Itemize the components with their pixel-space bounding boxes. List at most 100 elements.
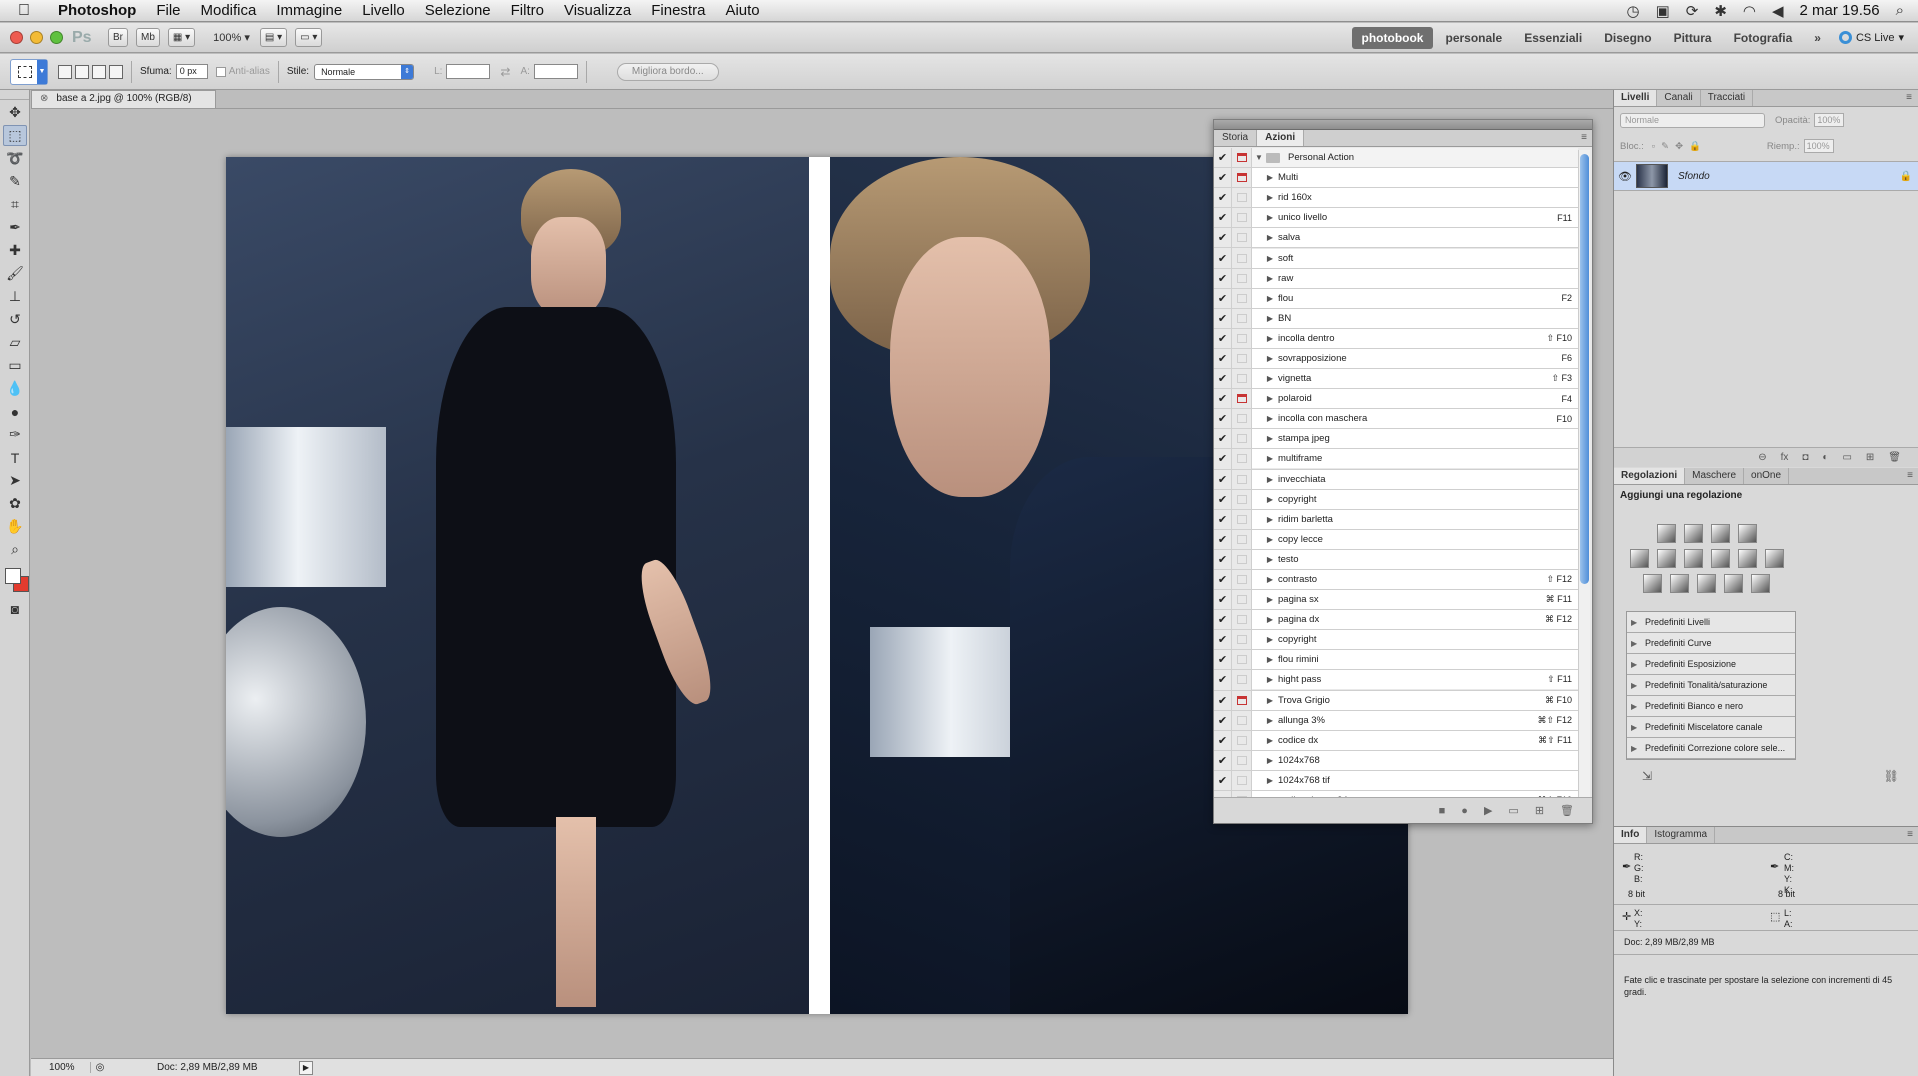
action-row[interactable]: ✔ ▶ flou F2 — [1214, 288, 1578, 309]
disclosure-closed-icon[interactable]: ▶ — [1252, 515, 1278, 524]
workspace-photobook[interactable]: photobook — [1351, 26, 1434, 49]
checkmark-icon[interactable]: ✔ — [1214, 448, 1232, 469]
hand-tool-icon[interactable]: ✋ — [3, 516, 27, 537]
checkmark-icon[interactable]: ✔ — [1214, 549, 1232, 570]
checkmark-icon[interactable]: ✔ — [1214, 750, 1232, 771]
fill-input[interactable]: 100% — [1803, 139, 1834, 153]
panel-menu-icon[interactable]: ≡ — [1576, 130, 1592, 146]
close-window-button[interactable] — [10, 31, 23, 44]
status-menu-icon[interactable]: ◎ — [91, 1062, 109, 1073]
layer-row-sfondo[interactable]: 👁 Sfondo 🔒 — [1614, 161, 1918, 191]
clone-stamp-tool-icon[interactable]: ⊥ — [3, 286, 27, 307]
checkmark-icon[interactable]: ✔ — [1214, 529, 1232, 550]
disclosure-closed-icon[interactable]: ▶ — [1252, 615, 1278, 624]
blur-tool-icon[interactable]: 💧 — [3, 378, 27, 399]
action-row[interactable]: ✔ ▶ incolla dentro ⇧ F10 — [1214, 328, 1578, 349]
new-group-icon[interactable]: ▭ — [1842, 452, 1851, 463]
status-expand-icon[interactable]: ▶ — [299, 1060, 313, 1075]
tab-azioni[interactable]: Azioni — [1257, 130, 1305, 146]
apple-menu-icon[interactable]:  — [0, 2, 48, 20]
screen-mode-button[interactable]: ▭ ▾ — [295, 28, 323, 47]
action-row[interactable]: ✔ ▶ copyright — [1214, 629, 1578, 651]
photo-filter-icon[interactable] — [1737, 549, 1757, 568]
new-layer-icon[interactable]: ⊞ — [1866, 452, 1874, 463]
checkmark-icon[interactable]: ✔ — [1214, 730, 1232, 751]
panel-grip[interactable] — [0, 90, 29, 100]
path-selection-tool-icon[interactable]: ➤ — [3, 470, 27, 491]
disclosure-closed-icon[interactable]: ▶ — [1252, 193, 1278, 202]
disclosure-closed-icon[interactable]: ▶ — [1252, 213, 1278, 222]
dialog-toggle[interactable] — [1232, 187, 1252, 208]
dialog-toggle[interactable] — [1232, 268, 1252, 289]
menubar-clock[interactable]: 2 mar 19.56 — [1800, 2, 1880, 19]
channel-mixer-icon[interactable] — [1764, 549, 1784, 568]
action-row[interactable]: ✔ ▶ sovrapposizione F6 — [1214, 348, 1578, 370]
disclosure-closed-icon[interactable]: ▶ — [1252, 434, 1278, 443]
menu-selezione[interactable]: Selezione — [415, 2, 501, 19]
dialog-toggle[interactable] — [1232, 549, 1252, 570]
disclosure-closed-icon[interactable]: ▶ — [1252, 696, 1278, 705]
width-input[interactable] — [446, 64, 491, 79]
quick-mask-icon[interactable]: ◙ — [3, 598, 27, 619]
dialog-toggle[interactable] — [1232, 348, 1252, 369]
checkmark-icon[interactable]: ✔ — [1214, 609, 1232, 630]
action-row[interactable]: ✔ ▶ pagina dx ⌘ F12 — [1214, 609, 1578, 631]
preset-item[interactable]: ▶ Predefiniti Tonalità/saturazione — [1627, 675, 1795, 696]
close-document-icon[interactable]: ⊗ — [40, 91, 48, 108]
disclosure-closed-icon[interactable]: ▶ — [1252, 475, 1278, 484]
action-row[interactable]: ✔ ▶ ridim barletta — [1214, 509, 1578, 530]
dialog-toggle[interactable] — [1232, 690, 1252, 711]
action-row[interactable]: ✔ ▶ testo — [1214, 549, 1578, 570]
threshold-icon[interactable] — [1697, 574, 1716, 593]
panel-menu-icon[interactable]: ≡ — [1901, 468, 1918, 484]
dialog-toggle[interactable] — [1232, 408, 1252, 429]
preset-item[interactable]: ▶ Predefiniti Livelli — [1627, 612, 1795, 633]
quick-selection-tool-icon[interactable]: ✎ — [3, 171, 27, 192]
disclosure-closed-icon[interactable]: ▶ — [1252, 233, 1278, 242]
sync-icon[interactable]: ⟳ — [1686, 2, 1699, 20]
brightness-contrast-icon[interactable] — [1656, 524, 1676, 543]
display-icon[interactable]: ▣ — [1656, 2, 1670, 20]
action-row[interactable]: ✔ ▶ stampa jpeg — [1214, 428, 1578, 450]
action-row[interactable]: ✔ ▶ copy lecce — [1214, 529, 1578, 550]
menu-visualizza[interactable]: Visualizza — [554, 2, 641, 19]
menu-livello[interactable]: Livello — [352, 2, 415, 19]
checkmark-icon[interactable]: ✔ — [1214, 629, 1232, 650]
history-brush-tool-icon[interactable]: ↺ — [3, 309, 27, 330]
checkmark-icon[interactable]: ✔ — [1214, 328, 1232, 349]
checkmark-icon[interactable]: ✔ — [1214, 308, 1232, 329]
preset-item[interactable]: ▶ Predefiniti Correzione colore sele... — [1627, 738, 1795, 759]
clip-to-layer-icon[interactable]: ⛓ — [1884, 769, 1899, 783]
dodge-tool-icon[interactable]: ● — [3, 401, 27, 422]
preset-item[interactable]: ▶ Predefiniti Bianco e nero — [1627, 696, 1795, 717]
workspace-fotografia[interactable]: Fotografia — [1724, 27, 1803, 49]
panel-menu-icon[interactable]: ≡ — [1900, 90, 1918, 106]
action-row[interactable]: ✔ ▶ soft — [1214, 248, 1578, 269]
spotlight-search-icon[interactable]: ⌕ — [1896, 2, 1904, 19]
checkmark-icon[interactable]: ✔ — [1214, 489, 1232, 510]
invert-icon[interactable] — [1643, 574, 1662, 593]
refine-edge-button[interactable]: Migliora bordo... — [616, 62, 719, 81]
tab-info[interactable]: Info — [1614, 827, 1648, 843]
checkmark-icon[interactable]: ✔ — [1214, 469, 1232, 490]
disclosure-closed-icon[interactable]: ▶ — [1252, 354, 1278, 363]
type-tool-icon[interactable]: T — [3, 447, 27, 468]
actions-scrollbar[interactable] — [1578, 150, 1590, 797]
new-action-icon[interactable]: ⊞ — [1535, 804, 1544, 817]
vibrance-icon[interactable] — [1629, 549, 1649, 568]
checkmark-icon[interactable]: ✔ — [1214, 690, 1232, 711]
preset-item[interactable]: ▶ Predefiniti Curve — [1627, 633, 1795, 654]
lasso-tool-icon[interactable]: ➰ — [3, 148, 27, 169]
checkmark-icon[interactable]: ✔ — [1214, 649, 1232, 670]
dialog-toggle[interactable] — [1232, 227, 1252, 248]
checkmark-icon[interactable]: ✔ — [1214, 248, 1232, 269]
disclosure-closed-icon[interactable]: ▶ — [1252, 555, 1278, 564]
action-row[interactable]: ✔ ▶ codice dx ⌘⇧ F11 — [1214, 730, 1578, 751]
checkmark-icon[interactable]: ✔ — [1214, 368, 1232, 389]
gradient-map-icon[interactable] — [1724, 574, 1743, 593]
action-row[interactable]: ✔ ▶ multiframe — [1214, 448, 1578, 470]
return-to-list-icon[interactable]: ⇲ — [1642, 769, 1652, 783]
checkmark-icon[interactable]: ✔ — [1214, 669, 1232, 690]
cs-live-button[interactable]: CS Live ▾ — [1833, 31, 1910, 44]
dialog-toggle[interactable] — [1232, 167, 1252, 188]
